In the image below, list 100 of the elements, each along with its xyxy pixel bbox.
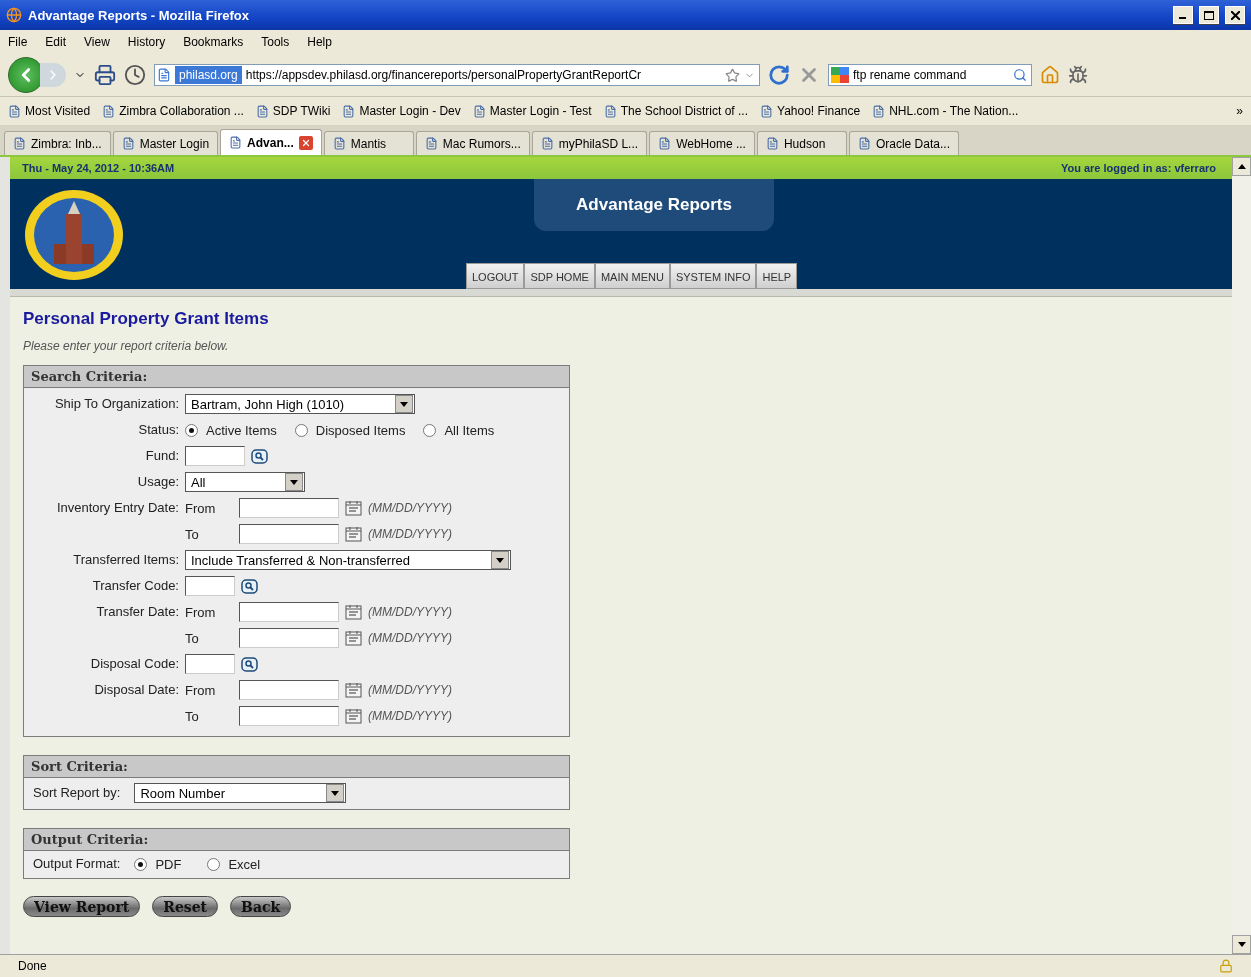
search-field[interactable]: ftp rename command bbox=[828, 64, 1032, 86]
radio-label: All Items bbox=[444, 422, 495, 438]
date-input[interactable] bbox=[239, 498, 339, 518]
date-input[interactable] bbox=[239, 602, 339, 622]
bookmark-item[interactable]: Most Visited bbox=[8, 104, 91, 118]
calendar-icon[interactable] bbox=[345, 682, 362, 698]
close-icon[interactable] bbox=[1225, 6, 1245, 24]
radio-button[interactable] bbox=[207, 857, 221, 871]
form-button[interactable]: View Report bbox=[23, 896, 141, 917]
field-label: Transfer Code: bbox=[91, 578, 179, 594]
browser-tab[interactable]: Hudson bbox=[756, 131, 847, 155]
site-identity-badge[interactable]: philasd.org bbox=[175, 66, 242, 84]
code-input[interactable] bbox=[185, 654, 235, 674]
page-heading: Personal Property Grant Items bbox=[23, 309, 270, 329]
scroll-down-button[interactable] bbox=[1232, 935, 1251, 954]
calendar-icon[interactable] bbox=[345, 526, 362, 542]
header-nav-link[interactable]: SYSTEM INFO bbox=[669, 263, 757, 289]
browser-tab[interactable]: Zimbra: Inb... bbox=[4, 131, 111, 155]
page-icon bbox=[760, 104, 773, 118]
bookmark-item[interactable]: The School District of ... bbox=[603, 104, 748, 118]
browser-tab[interactable]: Master Login bbox=[112, 131, 219, 155]
browser-tab[interactable]: Oracle Data... bbox=[848, 131, 959, 155]
section-title: Output Criteria: bbox=[31, 832, 149, 847]
page-icon bbox=[13, 137, 26, 150]
clock-icon[interactable] bbox=[124, 64, 146, 86]
date-format-hint: (MM/DD/YYYY) bbox=[368, 709, 452, 723]
bookmark-item[interactable]: SDP TWiki bbox=[255, 104, 331, 118]
scroll-up-button[interactable] bbox=[1232, 157, 1251, 176]
bookmark-item[interactable]: Yahoo! Finance bbox=[760, 104, 861, 118]
page-icon bbox=[540, 137, 554, 150]
radio-button[interactable] bbox=[294, 423, 308, 437]
star-icon[interactable] bbox=[725, 67, 740, 83]
calendar-icon[interactable] bbox=[345, 630, 362, 646]
date-input[interactable] bbox=[239, 680, 339, 700]
radio-button[interactable] bbox=[185, 423, 198, 437]
logged-in-user: You are logged in as: vferraro bbox=[1060, 162, 1216, 174]
bug-icon[interactable] bbox=[1068, 65, 1088, 85]
lookup-icon[interactable] bbox=[251, 448, 268, 464]
header-nav-link[interactable]: SDP HOME bbox=[524, 263, 595, 289]
bookmark-item[interactable]: Master Login - Dev bbox=[342, 104, 461, 118]
address-bar[interactable]: philasd.org https://appsdev.philasd.org/financereports/personalPropertyGrantReportCr bbox=[154, 64, 760, 86]
calendar-icon[interactable] bbox=[345, 604, 362, 620]
code-input[interactable] bbox=[185, 446, 245, 466]
header-nav-link[interactable]: LOGOUT bbox=[466, 263, 525, 289]
reload-icon[interactable] bbox=[768, 64, 790, 86]
scrollbar[interactable] bbox=[1232, 157, 1251, 954]
browser-tab[interactable]: Mantis bbox=[323, 131, 414, 155]
lookup-icon[interactable] bbox=[241, 656, 258, 672]
header-nav-link[interactable]: HELP bbox=[756, 263, 798, 289]
browser-tab[interactable]: myPhilaSD L... bbox=[531, 131, 648, 155]
dropdown-field[interactable]: Room Number bbox=[134, 783, 347, 803]
date-time: Thu - May 24, 2012 - 10:36AM bbox=[22, 162, 175, 174]
menu-item[interactable]: Bookmarks bbox=[183, 35, 244, 49]
form-button[interactable]: Back bbox=[230, 896, 292, 917]
close-tab-icon[interactable] bbox=[298, 135, 313, 150]
page-icon bbox=[157, 68, 171, 82]
print-icon[interactable] bbox=[94, 64, 116, 86]
section-title: Search Criteria: bbox=[31, 369, 148, 384]
date-input[interactable] bbox=[239, 524, 339, 544]
date-format-hint: (MM/DD/YYYY) bbox=[368, 605, 452, 619]
maximize-icon[interactable] bbox=[1199, 6, 1219, 24]
page-icon bbox=[658, 137, 672, 150]
page-icon bbox=[765, 137, 779, 150]
date-format-hint: (MM/DD/YYYY) bbox=[368, 683, 452, 697]
menu-item[interactable]: View bbox=[84, 35, 110, 49]
dropdown-field[interactable]: All bbox=[185, 472, 305, 492]
radio-button[interactable] bbox=[423, 423, 437, 437]
menu-item[interactable]: Tools bbox=[261, 35, 290, 49]
search-icon[interactable] bbox=[1013, 68, 1027, 82]
window-title: Advantage Reports - Mozilla Firefox bbox=[28, 7, 251, 23]
menu-item[interactable]: Edit bbox=[45, 35, 67, 49]
browser-tab[interactable]: Advan... bbox=[220, 129, 322, 155]
calendar-icon[interactable] bbox=[345, 500, 362, 516]
page-icon bbox=[424, 137, 438, 150]
more-bookmarks-chevron[interactable]: » bbox=[1236, 104, 1243, 118]
page-icon bbox=[8, 104, 21, 118]
menu-item[interactable]: Help bbox=[307, 35, 332, 49]
dropdown-field[interactable]: Include Transferred & Non-transferred bbox=[185, 550, 511, 570]
form-button[interactable]: Reset bbox=[152, 896, 219, 917]
minimize-icon[interactable] bbox=[1173, 6, 1193, 24]
dropdown-field[interactable]: Bartram, John High (1010) bbox=[185, 394, 415, 414]
radio-button[interactable] bbox=[134, 857, 148, 871]
bookmark-item[interactable]: NHL.com - The Nation... bbox=[872, 104, 1019, 118]
browser-tab[interactable]: WebHome ... bbox=[649, 131, 755, 155]
range-label: To bbox=[185, 526, 200, 542]
field-label: Fund: bbox=[144, 448, 179, 464]
page-icon bbox=[102, 104, 116, 118]
range-label: From bbox=[185, 604, 217, 620]
date-input[interactable] bbox=[239, 628, 339, 648]
lookup-icon[interactable] bbox=[241, 578, 258, 594]
menu-item[interactable]: History bbox=[127, 35, 166, 49]
page-icon bbox=[332, 137, 346, 150]
browser-tab[interactable]: Mac Rumors... bbox=[415, 131, 530, 155]
bookmark-item[interactable]: Zimbra Collaboration ... bbox=[102, 104, 244, 118]
menu-item[interactable]: File bbox=[8, 35, 28, 49]
header-nav-link[interactable]: MAIN MENU bbox=[594, 263, 670, 289]
calendar-icon[interactable] bbox=[345, 708, 362, 724]
bookmark-item[interactable]: Master Login - Test bbox=[472, 104, 592, 118]
date-input[interactable] bbox=[239, 706, 339, 726]
code-input[interactable] bbox=[185, 576, 235, 596]
